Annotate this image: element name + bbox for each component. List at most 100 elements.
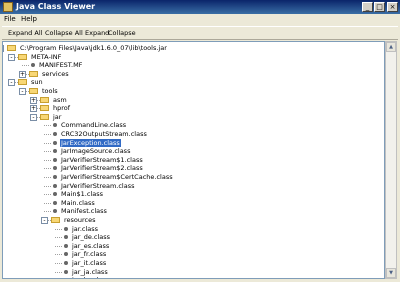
collapse-button[interactable]: Collapse xyxy=(108,28,136,38)
tree-connector xyxy=(44,194,51,196)
collapse-toggle-icon[interactable]: - xyxy=(30,113,37,121)
tree-node-label: services xyxy=(42,69,69,78)
tree-connector xyxy=(44,211,51,213)
tree-connector xyxy=(44,134,51,135)
folder-icon xyxy=(40,113,49,120)
folder-icon xyxy=(29,88,38,94)
file-icon xyxy=(64,243,68,248)
tree-connector xyxy=(44,159,51,161)
tree-node-label: JarVerifierStream.class xyxy=(61,181,135,190)
tree-node-label: Main$1.class xyxy=(61,190,103,199)
tree-connector xyxy=(55,228,62,230)
tree-node-label: JarVerifierStream$2.class xyxy=(61,164,143,173)
tree-node-label: jar_fr.class xyxy=(72,250,107,259)
file-icon xyxy=(64,261,68,265)
folder-icon xyxy=(51,217,60,223)
toolbar: Expand All Collapse All Expand Collapse xyxy=(2,26,398,40)
expand-button[interactable]: Expand xyxy=(85,28,109,38)
collapse-toggle-icon[interactable]: - xyxy=(41,217,48,224)
file-icon xyxy=(64,269,68,274)
file-icon xyxy=(64,235,68,240)
file-icon xyxy=(53,175,57,179)
folder-icon xyxy=(7,45,16,51)
window-title: Java Class Viewer xyxy=(16,2,96,11)
scroll-down-arrow-icon[interactable]: ▼ xyxy=(386,268,396,278)
collapse-toggle-icon[interactable]: - xyxy=(8,53,15,61)
tree-connector xyxy=(44,202,51,204)
folder-icon xyxy=(18,53,27,60)
collapse-toggle-icon[interactable]: - xyxy=(8,79,15,87)
file-icon xyxy=(64,226,68,231)
menu-file[interactable]: File xyxy=(4,15,16,24)
class-tree[interactable]: -C:\Program Files\Java\jdk1.6.0_07\lib\t… xyxy=(2,41,385,279)
folder-icon xyxy=(29,70,38,77)
tree-node-label: META-INF xyxy=(31,52,62,61)
file-icon xyxy=(53,183,57,188)
tree-node-label: jar_ja.class xyxy=(72,267,108,276)
tree-node-label: JarException.class xyxy=(60,138,121,147)
tree-node-label: jar xyxy=(53,112,62,121)
tree-connector xyxy=(22,65,29,67)
tree-connector xyxy=(44,177,51,178)
file-icon xyxy=(53,166,57,171)
folder-icon xyxy=(18,79,27,86)
tree-node-label: resources xyxy=(64,216,96,224)
minimize-button[interactable]: _ xyxy=(362,2,373,12)
folder-icon xyxy=(40,105,49,112)
tree-connector xyxy=(44,168,51,170)
file-icon xyxy=(64,252,68,257)
tree-connector xyxy=(55,254,62,256)
expand-toggle-icon[interactable]: + xyxy=(30,105,37,113)
tree-connector xyxy=(44,142,51,144)
file-icon xyxy=(64,278,68,279)
folder-icon xyxy=(40,96,49,103)
tree-connector xyxy=(55,271,62,273)
vertical-scrollbar[interactable]: ▲ ▼ xyxy=(385,41,397,279)
collapse-all-button[interactable]: Collapse All xyxy=(45,28,83,38)
file-icon xyxy=(53,140,57,145)
scroll-up-arrow-icon[interactable]: ▲ xyxy=(386,42,396,52)
tree-connector xyxy=(55,245,62,247)
tree-connector xyxy=(44,151,51,153)
tree-node-label: hprof xyxy=(53,104,71,113)
tree-node-label: MANIFEST.MF xyxy=(39,61,83,70)
tree-node-label: Manifest.class xyxy=(61,207,107,216)
tree-node-label: JarVerifierStream$CertCache.class xyxy=(61,173,173,181)
tree-connector xyxy=(55,263,62,264)
tree-node-label: JarImageSource.class xyxy=(61,147,131,156)
tree-connector xyxy=(44,185,51,187)
file-icon xyxy=(53,209,57,214)
expand-toggle-icon[interactable]: + xyxy=(30,96,37,104)
collapse-toggle-icon[interactable]: - xyxy=(19,88,26,95)
tree-node-label: jar.class xyxy=(72,224,99,233)
close-button[interactable]: × xyxy=(387,2,398,12)
tree-connector xyxy=(55,237,62,239)
file-icon xyxy=(53,157,57,162)
tree-node-label: sun xyxy=(31,78,43,87)
file-icon xyxy=(31,63,35,68)
file-icon xyxy=(53,200,57,205)
file-icon xyxy=(53,192,57,197)
menu-help[interactable]: Help xyxy=(21,15,37,24)
file-icon xyxy=(53,132,57,136)
tree-node-label: asm xyxy=(53,95,67,104)
tree-node-label: Main.class xyxy=(61,198,95,207)
tree-node-label: jar_it.class xyxy=(72,259,107,267)
tree-node-label: JarVerifierStream$1.class xyxy=(61,155,143,164)
tree-node-label: jar_es.class xyxy=(72,241,110,250)
expand-toggle-icon[interactable]: + xyxy=(19,70,26,78)
tree-node-label: jar_de.class xyxy=(72,233,111,242)
file-icon xyxy=(53,149,57,154)
title-bar[interactable]: Java Class Viewer _ □ × xyxy=(0,0,400,14)
app-window: Java Class Viewer _ □ × File Help Expand… xyxy=(0,0,400,282)
app-icon xyxy=(3,2,13,12)
tree-node-label: jar_ko.class xyxy=(71,276,110,278)
tree-node-label: tools xyxy=(42,87,58,95)
file-icon xyxy=(53,123,57,128)
tree-node-label: CommandLine.class xyxy=(61,121,127,130)
menu-bar: File Help xyxy=(0,14,400,25)
tree-node-label: C:\Program Files\Java\jdk1.6.0_07\lib\to… xyxy=(20,44,167,52)
maximize-button[interactable]: □ xyxy=(374,2,385,12)
expand-all-button[interactable]: Expand All xyxy=(8,28,42,38)
collapse-toggle-icon[interactable]: - xyxy=(3,45,4,52)
